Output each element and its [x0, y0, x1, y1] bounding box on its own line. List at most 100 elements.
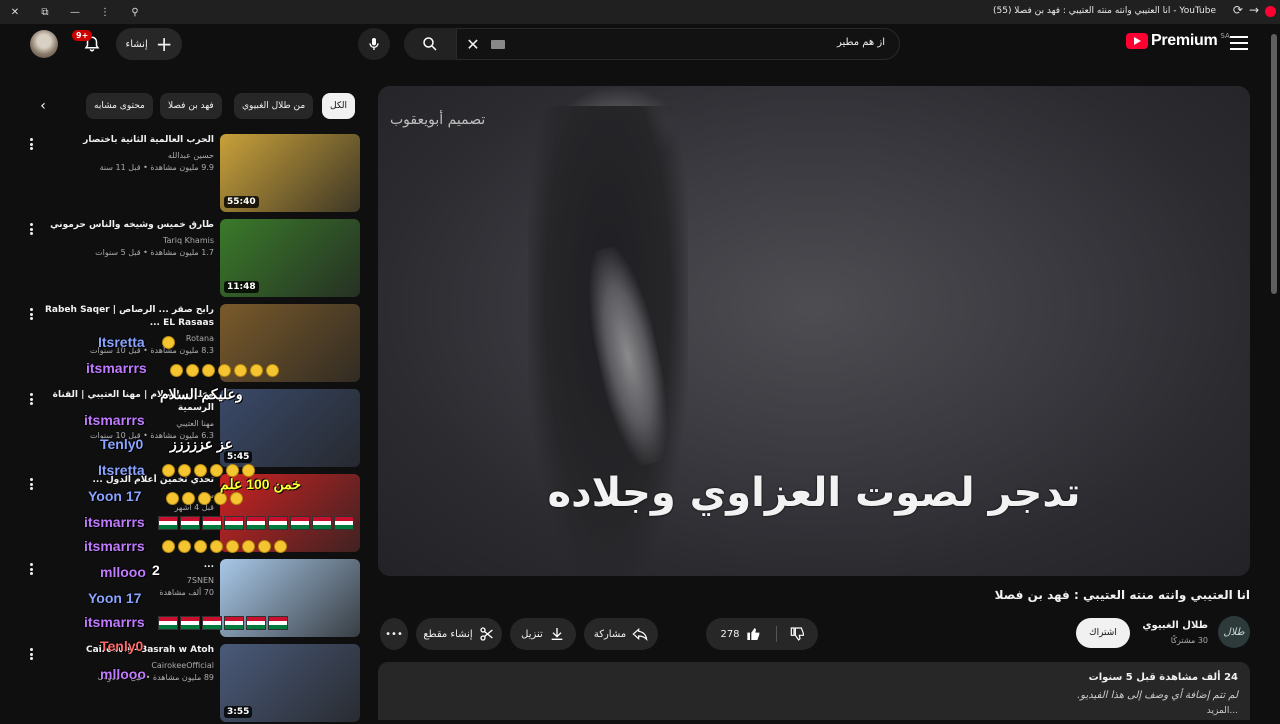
logo-region: SA	[1220, 32, 1230, 40]
recommendation-title: ...	[203, 560, 214, 570]
logo-text: Premium	[1151, 32, 1218, 49]
create-label: إنشاء	[125, 38, 148, 50]
recommendation-item[interactable]: طارق خميس وشيخه والناس حرموني Tariq Khami…	[24, 219, 360, 299]
recommendation-channel: Tariq Khamis	[163, 236, 214, 245]
video-watermark: تصميم أبويعقوب	[390, 112, 486, 128]
share-button[interactable]: مشاركة	[584, 618, 658, 650]
pin-icon[interactable]: ⚲	[120, 0, 150, 24]
subscribe-button[interactable]: اشتراك	[1076, 618, 1130, 648]
more-actions-icon[interactable]: •••	[380, 618, 408, 650]
chip-fahad[interactable]: فهد بن فصلا	[160, 93, 222, 119]
recommendation-channel: CairokeeOfficial	[151, 661, 214, 670]
recommendation-meta: ... 7SNEN 70 ألف مشاهدة	[34, 559, 214, 597]
video-title: انا العتيبي وانته منته العتيبي : فهد بن …	[994, 588, 1250, 602]
video-caption: تدجر لصوت العزاوي وجلاده	[547, 470, 1081, 516]
divider	[776, 626, 777, 642]
recommendation-title: تحدي تخمين أعلام الدول ...	[92, 475, 214, 485]
recommendation-channel: مهنا العتيبي	[176, 419, 214, 428]
page-scrollbar[interactable]	[1270, 24, 1278, 720]
recommendation-views: 6.3 مليون مشاهدة • قبل 10 سنوات	[89, 431, 214, 440]
recommendation-title: رابح صقر ... الرصاص | Rabeh Saqer ... EL…	[44, 305, 214, 328]
recommendation-meta: طارق خميس وشيخه والناس حرموني Tariq Khami…	[34, 219, 214, 257]
recommendation-item[interactable]: ... 7SNEN 70 ألف مشاهدة	[24, 559, 360, 639]
channel-avatar[interactable]: طلال	[1218, 616, 1250, 648]
recommendation-views: 9.9 مليون مشاهدة • قبل 11 سنة	[99, 163, 214, 172]
more-vert-icon[interactable]: ⋮	[90, 0, 120, 24]
recommendation-thumbnail[interactable]	[220, 304, 360, 382]
youtube-logo[interactable]: Premium SA	[1126, 32, 1230, 50]
recommendation-views: 70 ألف مشاهدة	[159, 588, 214, 597]
recommendation-meta: رابح صقر ... الرصاص | Rabeh Saqer ... EL…	[34, 304, 214, 355]
clear-search-icon[interactable]: ✕	[463, 35, 483, 54]
create-button[interactable]: إنشاء +	[116, 28, 182, 60]
recommendation-thumbnail[interactable]	[220, 474, 360, 552]
recommendation-thumbnail[interactable]	[220, 559, 360, 637]
recommendation-item[interactable]: وعليكم السلام | مهنا العتيبي | القناة ال…	[24, 389, 360, 469]
recommendation-meta: وعليكم السلام | مهنا العتيبي | القناة ال…	[34, 389, 214, 440]
restore-icon[interactable]: ⧉	[30, 0, 60, 24]
recommendation-channel: حسين عبدالله	[167, 151, 214, 160]
search-query: از هم مطير	[837, 37, 885, 48]
avatar[interactable]	[30, 30, 58, 58]
show-more-link[interactable]: ...المزيد	[1207, 706, 1238, 716]
plus-icon: +	[155, 32, 173, 56]
duration-badge: 55:40	[224, 196, 259, 208]
search-button[interactable]	[404, 28, 456, 60]
recommendation-title: الحرب العالمية الثانية باختصار	[83, 135, 214, 145]
duration-badge: 5:45	[224, 451, 253, 463]
scrollbar-thumb[interactable]	[1271, 34, 1277, 294]
recommendation-title: طارق خميس وشيخه والناس حرموني	[50, 220, 214, 230]
minimize-icon[interactable]: —	[60, 0, 90, 24]
recommendation-views: 1.7 مليون مشاهدة • قبل 5 سنوات	[95, 248, 214, 257]
clip-label: إنشاء مقطع	[423, 628, 473, 640]
like-button[interactable]: 278	[706, 618, 776, 650]
clip-button[interactable]: إنشاء مقطع	[416, 618, 502, 650]
recommendation-thumbnail[interactable]: 3:55	[220, 644, 360, 722]
recommendation-item[interactable]: الحرب العالمية الثانية باختصار حسين عبدال…	[24, 134, 360, 214]
window-title: YouTube - انا العتيبي وانته منته العتيبي…	[992, 6, 1216, 16]
recommendation-meta: Cairokee - Basrah w Atoh CairokeeOfficial…	[34, 644, 214, 682]
recommendation-item[interactable]: تحدي تخمين أعلام الدول ... سهل قبل 4 أشهر	[24, 474, 360, 554]
duration-badge: 11:48	[224, 281, 259, 293]
window-titlebar: ✕ ⧉ — ⋮ ⚲ YouTube - انا العتيبي وانته من…	[0, 0, 1280, 24]
chip-from-channel[interactable]: من طلال الغبيوي	[234, 93, 314, 119]
download-button[interactable]: تنزيل	[510, 618, 576, 650]
filter-chips: ‹ الكل من طلال الغبيوي فهد بن فصلا محتوى…	[30, 92, 360, 120]
recommendation-thumbnail[interactable]: 11:48	[220, 219, 360, 297]
recommendation-views: قبل 4 أشهر	[174, 503, 214, 512]
share-icon	[632, 628, 648, 642]
recommendation-channel: 7SNEN	[186, 576, 214, 585]
description-box[interactable]: 24 ألف مشاهدة قبل 5 سنوات لم تتم إضافة أ…	[378, 662, 1250, 720]
search-input[interactable]: ✕ از هم مطير	[456, 28, 900, 60]
recommendation-item[interactable]: Cairokee - Basrah w Atoh CairokeeOfficial…	[24, 644, 360, 724]
recommendation-item[interactable]: رابح صقر ... الرصاص | Rabeh Saqer ... EL…	[24, 304, 360, 384]
thumb-up-icon	[746, 628, 759, 640]
hamburger-menu-icon[interactable]	[1230, 36, 1248, 54]
recommendation-thumbnail[interactable]: 55:40	[220, 134, 360, 212]
recommendation-channel: سهل	[197, 491, 214, 500]
chip-related[interactable]: محتوى مشابه	[86, 93, 153, 119]
channel-subscribers: 30 مشتركًا	[1170, 636, 1208, 645]
recommendation-channel: Rotana	[185, 334, 214, 343]
recommendation-title: وعليكم السلام | مهنا العتيبي | القناة ال…	[52, 390, 214, 413]
views-and-age: 24 ألف مشاهدة قبل 5 سنوات	[1088, 672, 1238, 683]
recommendation-meta: تحدي تخمين أعلام الدول ... سهل قبل 4 أشهر	[34, 474, 214, 512]
chip-all[interactable]: الكل	[322, 93, 356, 119]
recommendation-views: 8.3 مليون مشاهدة • قبل 10 سنوات	[89, 346, 214, 355]
dislike-button[interactable]	[778, 618, 818, 650]
forward-icon[interactable]: →	[1249, 3, 1259, 17]
masthead: 9+ إنشاء + ✕ از هم مطير Premium SA	[0, 24, 1280, 64]
keyboard-icon[interactable]	[491, 39, 505, 49]
titlebar-right: ⟳ →	[1233, 3, 1276, 17]
share-label: مشاركة	[593, 628, 627, 640]
recommendation-thumbnail[interactable]: 5:45	[220, 389, 360, 467]
channel-name[interactable]: طلال الغبيوي	[1142, 620, 1208, 631]
recommendation-meta: الحرب العالمية الثانية باختصار حسين عبدال…	[34, 134, 214, 172]
chevron-left-icon[interactable]: ‹	[32, 95, 54, 117]
close-icon[interactable]: ✕	[0, 0, 30, 24]
notification-badge: 9+	[72, 30, 93, 41]
description-text: لم تتم إضافة أي وصف إلى هذا الفيديو.	[1077, 690, 1238, 701]
refresh-icon[interactable]: ⟳	[1233, 3, 1243, 17]
video-player[interactable]: تصميم أبويعقوب تدجر لصوت العزاوي وجلاده	[378, 86, 1250, 576]
voice-search-button[interactable]	[358, 28, 390, 60]
